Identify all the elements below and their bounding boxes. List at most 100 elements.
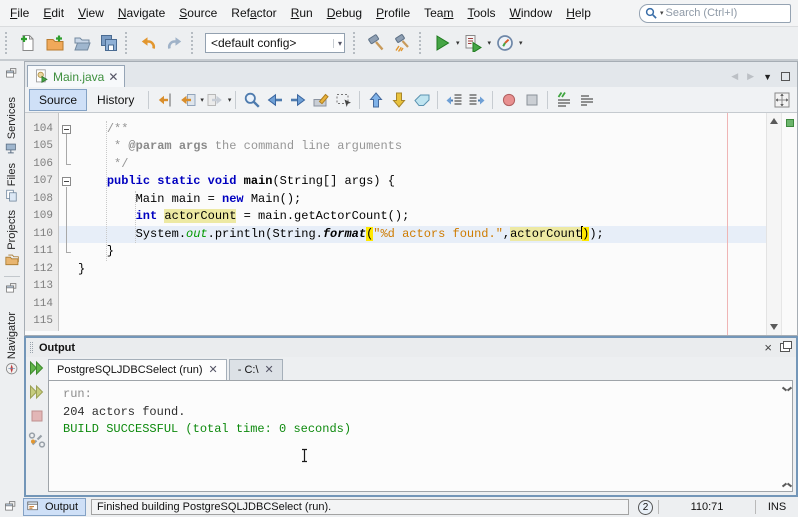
tab-main-java[interactable]: Main.java ✕ [27,65,125,87]
uncomment-button[interactable] [575,89,598,111]
output-ant-settings-button[interactable] [28,431,46,449]
window-dock-button[interactable] [4,64,20,84]
line-number[interactable]: 115 [25,313,59,331]
menu-run[interactable]: Run [284,2,320,24]
line-number[interactable]: 113 [25,278,59,296]
code-line-body[interactable] [59,113,766,121]
output-rerun-button[interactable] [28,359,46,377]
code-line[interactable]: 106 */ [25,156,766,174]
tab-list-arrow-icon[interactable]: ▼ [763,72,772,82]
toolbar-grip-icon[interactable] [419,32,423,54]
debug-button[interactable] [460,30,487,56]
code-line[interactable]: 105 * @param args the command line argum… [25,138,766,156]
code-line-body[interactable]: } [59,243,766,261]
toolbar-grip-icon[interactable] [191,32,195,54]
editor-vertical-scrollbar[interactable] [766,113,781,335]
find-button[interactable] [240,89,263,111]
previous-bookmark-button[interactable] [364,89,387,111]
menu-profile[interactable]: Profile [369,2,417,24]
toggle-bookmark-button[interactable] [410,89,433,111]
scroll-down-icon[interactable] [770,324,778,330]
line-number[interactable]: 109 [25,208,59,226]
output-tab[interactable]: - C:\✕ [229,359,283,380]
save-all-button[interactable] [95,30,122,56]
shift-right-button[interactable] [465,89,488,111]
forward-dropdown-icon[interactable]: ▾ [228,96,232,104]
menu-help[interactable]: Help [559,2,598,24]
output-tab[interactable]: PostgreSQLJDBCSelect (run)✕ [48,359,227,380]
code-line-body[interactable]: public static void main(String[] args) { [59,173,766,191]
line-number[interactable]: 106 [25,156,59,174]
code-line-body[interactable] [59,278,766,296]
menu-file[interactable]: File [3,2,36,24]
last-edit-button[interactable] [153,89,176,111]
new-file-button[interactable] [14,30,41,56]
fold-collapse-icon[interactable] [62,177,71,186]
fold-margin[interactable] [59,313,75,331]
open-project-button[interactable] [68,30,95,56]
menu-window[interactable]: Window [503,2,560,24]
clean-build-button[interactable] [389,30,416,56]
build-button[interactable] [362,30,389,56]
undo-button[interactable] [134,30,161,56]
output-rerun-alt-button[interactable] [28,383,46,401]
fold-margin[interactable] [59,278,75,296]
line-number[interactable]: 107 [25,173,59,191]
fold-margin[interactable] [59,191,75,209]
menu-tools[interactable]: Tools [460,2,502,24]
line-number[interactable]: 111 [25,243,59,261]
redo-button[interactable] [161,30,188,56]
code-line[interactable]: 114 [25,296,766,314]
close-icon[interactable]: × [764,342,772,353]
source-view-button[interactable]: Source [29,89,87,111]
search-box[interactable]: ▾ Search (Ctrl+I) [639,4,791,23]
line-number[interactable]: 103 [25,113,59,121]
fold-margin[interactable] [59,296,75,314]
new-project-button[interactable] [41,30,68,56]
code-editor[interactable]: 103104 /**105 * @param args the command … [25,113,797,335]
run-button[interactable] [428,30,455,56]
code-line-body[interactable]: } [59,261,766,279]
current-line[interactable]: System.out.println(String.format("%d act… [59,226,766,244]
shift-left-button[interactable] [442,89,465,111]
code-line-body[interactable]: */ [59,156,766,174]
float-window-icon[interactable] [780,343,790,352]
fold-margin[interactable] [59,138,75,156]
output-console[interactable]: run:204 actors found.BUILD SUCCESSFUL (t… [48,380,793,492]
code-line[interactable]: 115 [25,313,766,331]
toolbar-grip-icon[interactable] [125,32,129,54]
code-line[interactable]: 103 [25,113,766,121]
fold-margin[interactable] [59,208,75,226]
menu-view[interactable]: View [71,2,111,24]
find-previous-button[interactable] [263,89,286,111]
fold-margin[interactable] [59,226,75,244]
line-number[interactable]: 114 [25,296,59,314]
code-line-body[interactable]: /** [59,121,766,139]
toggle-highlight-button[interactable] [309,89,332,111]
fold-collapse-icon[interactable] [62,125,71,134]
scroll-tabs-left-icon[interactable]: ◀ [731,71,738,82]
forward-button[interactable] [204,89,227,111]
profile-dropdown-icon[interactable]: ▾ [519,39,523,47]
window-dock-button[interactable] [4,279,20,299]
search-input[interactable]: Search (Ctrl+I) [666,7,738,19]
code-line[interactable]: 112} [25,261,766,279]
code-line[interactable]: 109 int actorCount = main.getActorCount(… [25,208,766,226]
close-icon[interactable]: ✕ [209,365,218,375]
config-select[interactable]: <default config>▾ [205,33,345,53]
sidebar-item-services[interactable]: Services [4,94,21,160]
toolbar-grip-icon[interactable] [5,32,9,54]
fold-margin[interactable] [59,261,75,279]
close-icon[interactable]: ✕ [108,72,118,82]
line-number[interactable]: 104 [25,121,59,139]
sidebar-item-files[interactable]: Files [4,160,21,207]
code-line[interactable]: 107 public static void main(String[] arg… [25,173,766,191]
scroll-up-icon[interactable] [770,118,778,124]
comment-button[interactable] [552,89,575,111]
menu-navigate[interactable]: Navigate [111,2,172,24]
scroll-tabs-right-icon[interactable]: ▶ [747,71,754,82]
profile-button[interactable] [491,30,518,56]
history-view-button[interactable]: History [87,89,144,111]
window-dock-icon[interactable] [4,500,18,514]
fold-margin[interactable] [59,156,75,174]
